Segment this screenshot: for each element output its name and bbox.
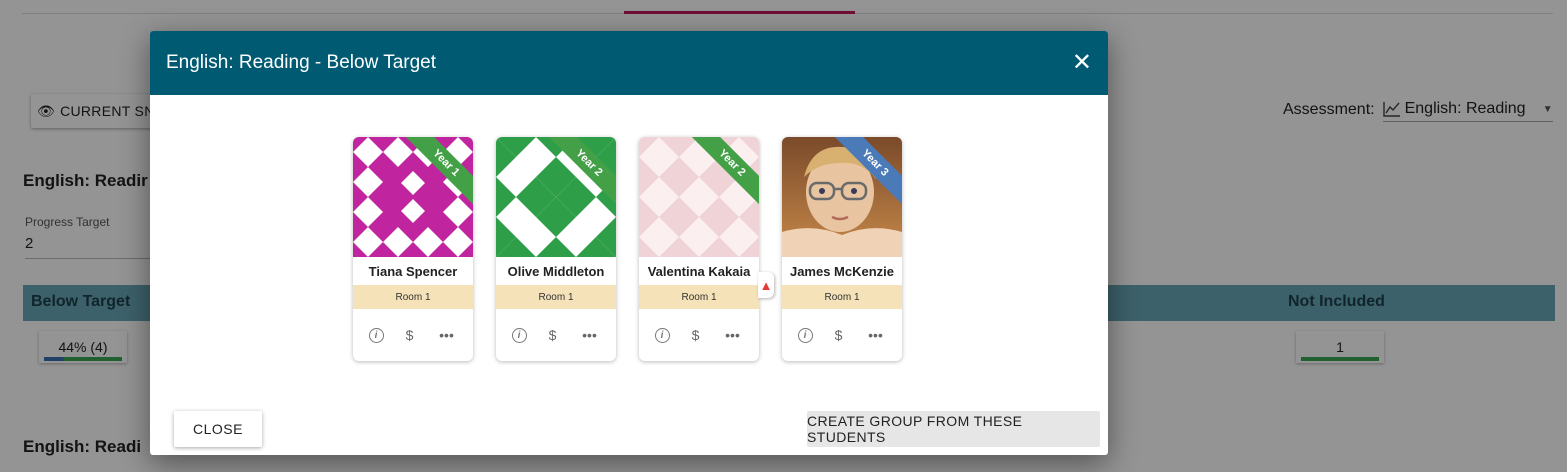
student-name: Tiana Spencer — [368, 263, 458, 279]
student-avatar: Year 1 — [353, 137, 473, 257]
dialog-header: English: Reading - Below Target ✕ — [150, 31, 1108, 95]
card-actions: i $ ••• — [639, 309, 759, 361]
dollar-icon[interactable]: $ — [685, 327, 707, 343]
student-card[interactable]: Year 2 Valentina Kakaia Room 1 i $ ••• — [639, 137, 759, 361]
close-icon[interactable]: ✕ — [1072, 51, 1092, 75]
info-icon[interactable]: i — [511, 327, 527, 343]
more-options-icon[interactable]: ••• — [865, 327, 887, 343]
dialog-title: English: Reading - Below Target — [166, 52, 437, 73]
student-avatar: Year 2 — [639, 137, 759, 257]
dollar-icon[interactable]: $ — [828, 327, 850, 343]
student-avatar: Year 2 — [496, 137, 616, 257]
student-name: Olive Middleton — [507, 263, 605, 279]
below-target-dialog: English: Reading - Below Target ✕ Year 1… — [150, 31, 1108, 455]
student-room: Room 1 — [353, 285, 473, 309]
student-name: Valentina Kakaia — [647, 263, 751, 279]
more-options-icon[interactable]: ••• — [722, 327, 744, 343]
more-options-icon[interactable]: ••• — [436, 327, 458, 343]
warning-icon[interactable]: ▲ — [758, 272, 774, 298]
student-card[interactable]: Year 2 Olive Middleton Room 1 i $ ••• — [496, 137, 616, 361]
student-photo: Year 3 — [782, 137, 902, 257]
card-actions: i $ ••• — [353, 309, 473, 361]
info-icon[interactable]: i — [368, 327, 384, 343]
dollar-icon[interactable]: $ — [542, 327, 564, 343]
student-room: Room 1 — [782, 285, 902, 309]
student-card[interactable]: Year 1 Tiana Spencer Room 1 i $ ••• — [353, 137, 473, 361]
card-actions: i $ ••• — [782, 309, 902, 361]
student-name: James McKenzie — [789, 263, 895, 279]
card-actions: i $ ••• — [496, 309, 616, 361]
student-room: Room 1 — [496, 285, 616, 309]
student-card[interactable]: Year 3 James McKenzie Room 1 i $ ••• — [782, 137, 902, 361]
close-button[interactable]: CLOSE — [174, 411, 262, 447]
info-icon[interactable]: i — [797, 327, 813, 343]
info-icon[interactable]: i — [654, 327, 670, 343]
student-card-list: Year 1 Tiana Spencer Room 1 i $ ••• Year… — [353, 137, 902, 361]
create-group-button[interactable]: CREATE GROUP FROM THESE STUDENTS — [807, 411, 1100, 447]
more-options-icon[interactable]: ••• — [579, 327, 601, 343]
student-room: Room 1 — [639, 285, 759, 309]
dollar-icon[interactable]: $ — [399, 327, 421, 343]
